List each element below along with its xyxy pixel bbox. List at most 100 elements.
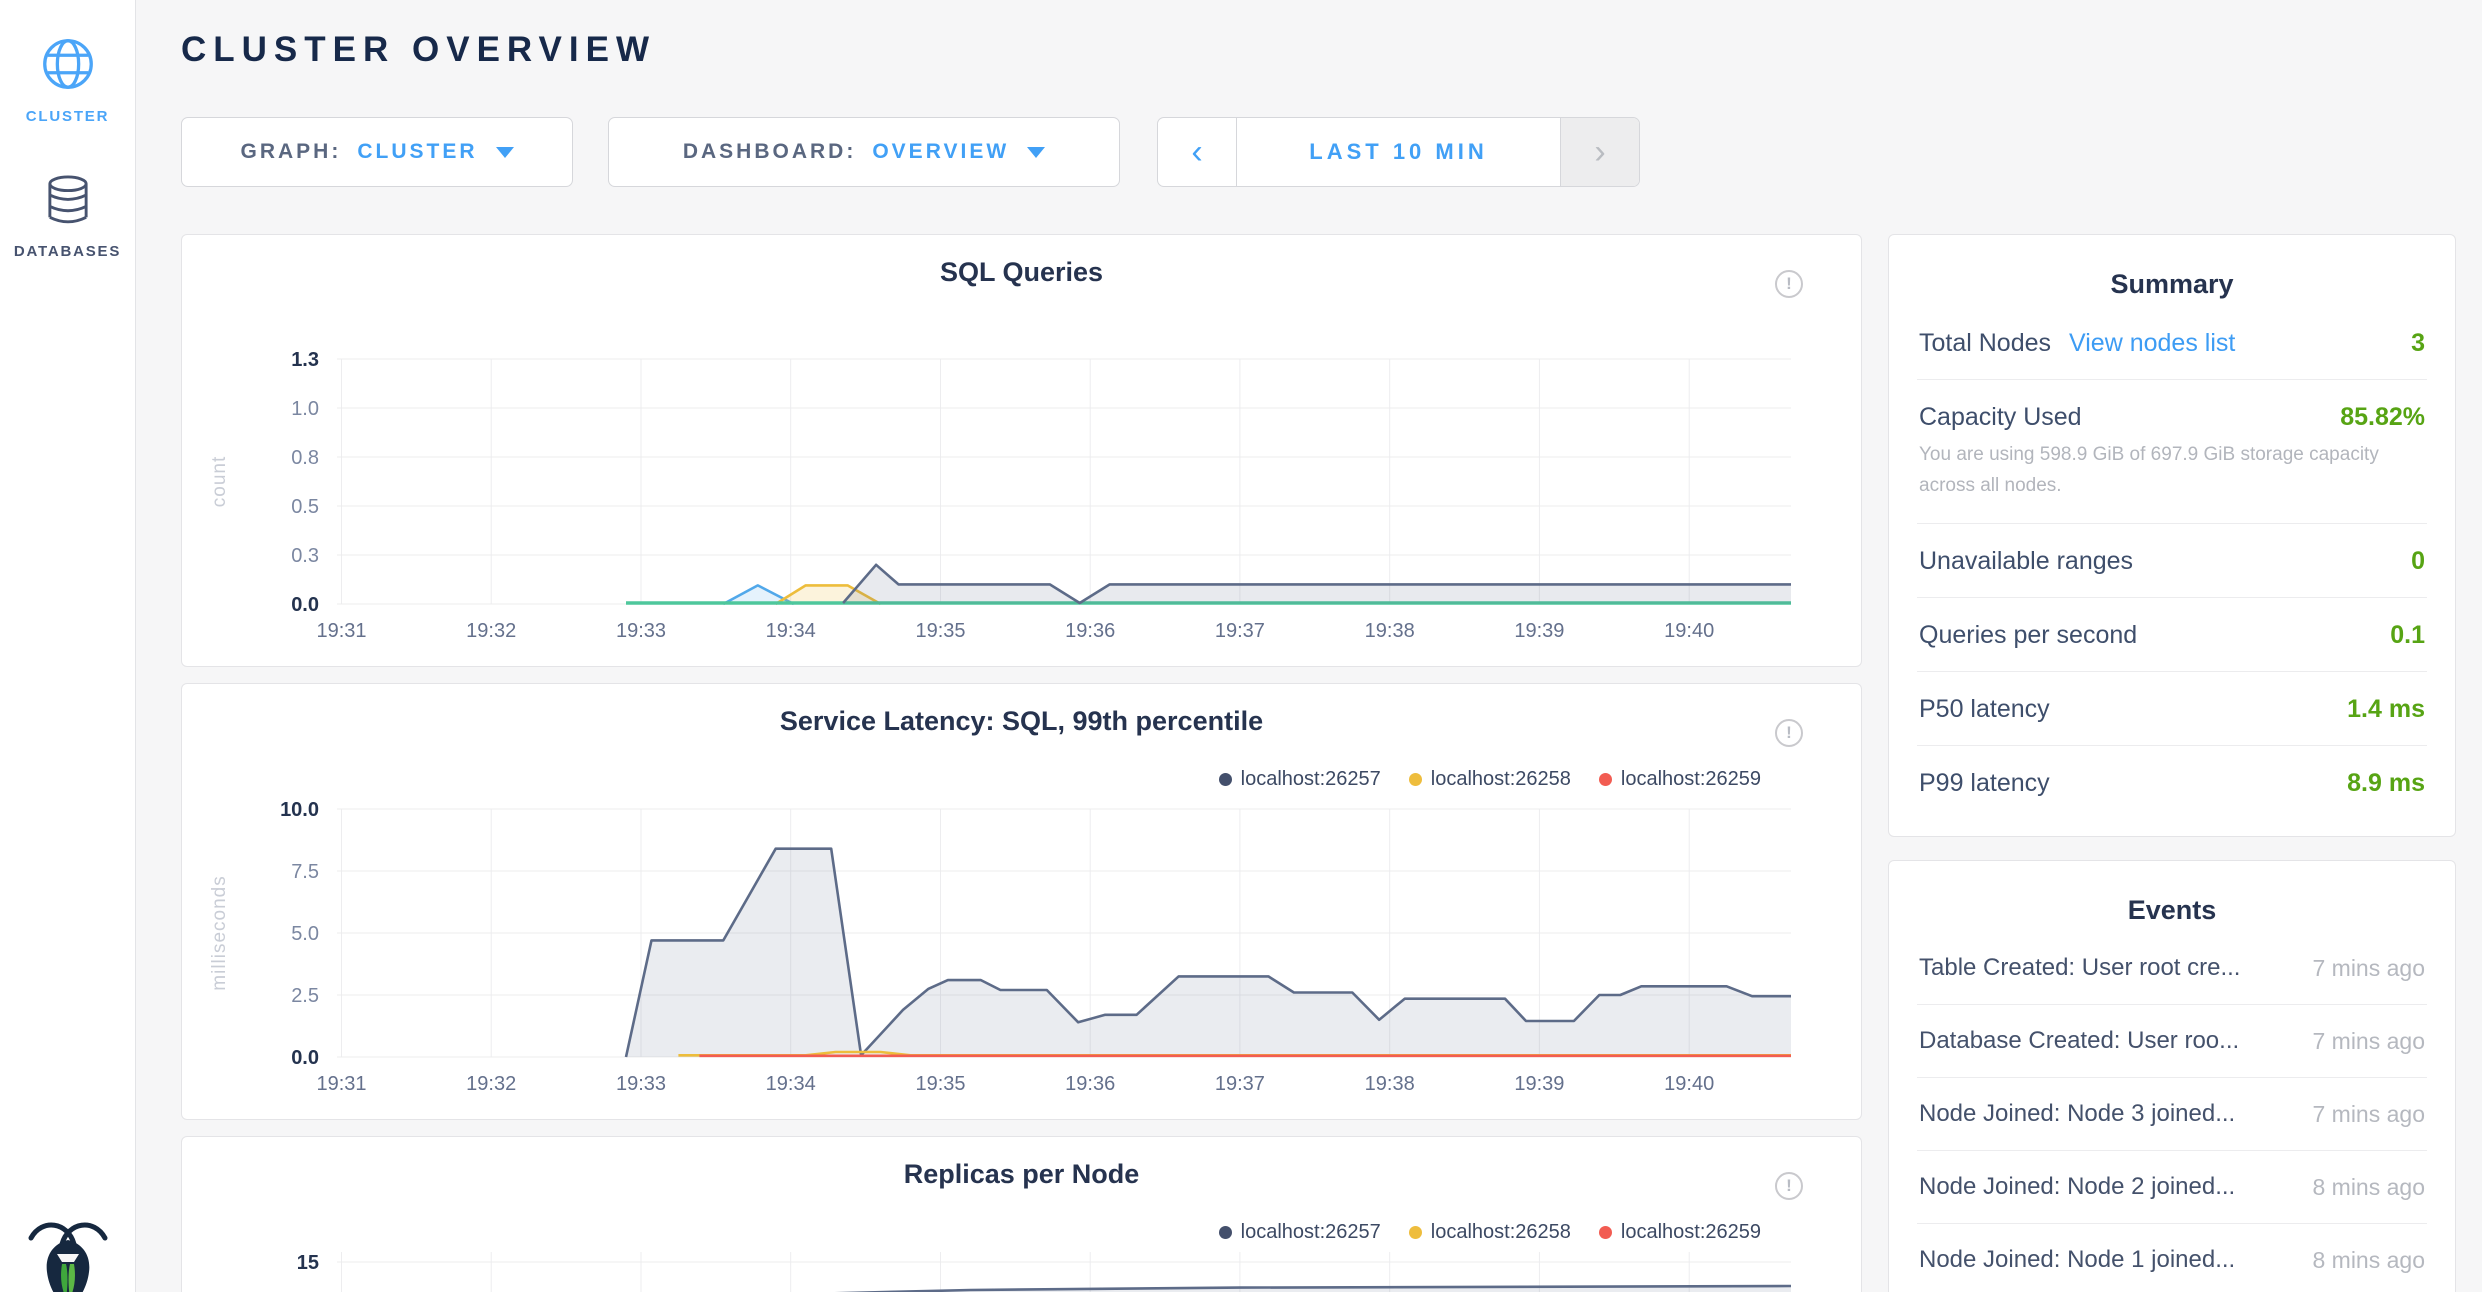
database-icon [39, 172, 97, 230]
svg-text:19:40: 19:40 [1664, 1073, 1714, 1095]
graph-dropdown-label: GRAPH: [240, 140, 341, 164]
dashboard-dropdown-label: DASHBOARD: [683, 140, 857, 164]
svg-text:2.5: 2.5 [291, 985, 319, 1007]
summary-value: 8.9 ms [2347, 769, 2425, 798]
summary-label: P99 latency [1919, 769, 2050, 798]
chevron-down-icon [1027, 147, 1045, 158]
event-text: Table Created: User root cre... [1919, 954, 2240, 982]
svg-text:19:38: 19:38 [1365, 1073, 1415, 1095]
summary-label: Queries per second [1919, 621, 2137, 650]
cluster-overview-page: CLUSTER DATABASES [0, 0, 2482, 1292]
summary-row-queries-per-second: Queries per second 0.1 [1917, 598, 2427, 672]
svg-text:7.5: 7.5 [291, 861, 319, 883]
graph-dropdown-value: CLUSTER [357, 140, 477, 164]
summary-label: Capacity Used [1919, 403, 2082, 432]
svg-text:19:40: 19:40 [1664, 620, 1714, 642]
event-row: Table Created: User root cre... 7 mins a… [1917, 932, 2427, 1005]
svg-text:0.8: 0.8 [291, 447, 319, 469]
svg-text:19:32: 19:32 [466, 1073, 516, 1095]
svg-text:19:37: 19:37 [1215, 1073, 1265, 1095]
dashboard-dropdown[interactable]: DASHBOARD: OVERVIEW [608, 117, 1120, 187]
summary-row-p99-latency: P99 latency 8.9 ms [1917, 746, 2427, 819]
svg-text:19:39: 19:39 [1514, 1073, 1564, 1095]
events-title: Events [1889, 861, 2455, 932]
svg-text:15: 15 [297, 1252, 319, 1274]
service-latency-chart-card: Service Latency: SQL, 99th percentile ! … [181, 683, 1862, 1120]
time-range-next-button[interactable]: › [1560, 118, 1639, 186]
svg-text:milliseconds: milliseconds [209, 875, 230, 990]
svg-text:1.0: 1.0 [291, 398, 319, 420]
events-panel: Events Table Created: User root cre... 7… [1888, 860, 2456, 1292]
chevron-right-icon: › [1594, 133, 1605, 172]
cockroachdb-logo[interactable] [24, 1212, 112, 1292]
event-text: Node Joined: Node 1 joined... [1919, 1246, 2235, 1274]
svg-text:19:37: 19:37 [1215, 620, 1265, 642]
event-text: Node Joined: Node 2 joined... [1919, 1173, 2235, 1201]
summary-value: 1.4 ms [2347, 695, 2425, 724]
event-time: 8 mins ago [2312, 1247, 2425, 1274]
dashboard-dropdown-value: OVERVIEW [872, 140, 1009, 164]
page-title: CLUSTER OVERVIEW [181, 30, 656, 70]
svg-text:1.3: 1.3 [291, 349, 319, 371]
svg-text:19:34: 19:34 [766, 620, 816, 642]
svg-text:19:38: 19:38 [1365, 620, 1415, 642]
sql-queries-chart-card: SQL Queries ! 19:3119:3219:3319:3419:351… [181, 234, 1862, 667]
summary-label: Total Nodes [1919, 329, 2051, 358]
svg-text:5.0: 5.0 [291, 923, 319, 945]
svg-text:19:33: 19:33 [616, 620, 666, 642]
graph-dropdown[interactable]: GRAPH: CLUSTER [181, 117, 573, 187]
event-row: Database Created: User roo... 7 mins ago [1917, 1005, 2427, 1078]
summary-value: 0.1 [2390, 621, 2425, 650]
globe-icon [36, 33, 100, 95]
svg-text:19:35: 19:35 [915, 1073, 965, 1095]
svg-text:0.5: 0.5 [291, 496, 319, 518]
chevron-down-icon [496, 147, 514, 158]
sidebar: CLUSTER DATABASES [0, 0, 136, 1292]
svg-text:count: count [209, 456, 230, 507]
svg-text:19:31: 19:31 [316, 1073, 366, 1095]
svg-text:19:32: 19:32 [466, 620, 516, 642]
svg-text:0.0: 0.0 [291, 1047, 319, 1069]
event-time: 8 mins ago [2312, 1174, 2425, 1201]
chevron-left-icon: ‹ [1191, 133, 1202, 172]
sql-queries-plot: 19:31 19:32 19:33 19:34 19:35 19:36 19:37 19:38… [182, 235, 1861, 666]
replicas-per-node-plot: 19:3119:3219:3319:3419:3519:3619:3719:38… [182, 1137, 1861, 1292]
summary-value: 3 [2411, 329, 2425, 358]
svg-text:19:39: 19:39 [1514, 620, 1564, 642]
summary-panel: Summary Total Nodes View nodes list 3 Ca… [1888, 234, 2456, 837]
svg-text:19:36: 19:36 [1065, 1073, 1115, 1095]
service-latency-plot: 19:31 19:32 19:33 19:34 19:35 19:36 19:37 19:38… [182, 684, 1861, 1119]
summary-row-p50-latency: P50 latency 1.4 ms [1917, 672, 2427, 746]
summary-title: Summary [1889, 235, 2455, 306]
svg-text:19:34: 19:34 [766, 1073, 816, 1095]
capacity-caption: You are using 598.9 GiB of 697.9 GiB sto… [1919, 432, 2425, 502]
time-range-prev-button[interactable]: ‹ [1158, 118, 1237, 186]
view-nodes-list-link[interactable]: View nodes list [2069, 329, 2235, 358]
summary-label: P50 latency [1919, 695, 2050, 724]
sidebar-item-cluster[interactable]: CLUSTER [0, 33, 135, 125]
summary-label: Unavailable ranges [1919, 547, 2133, 576]
svg-text:19:31: 19:31 [316, 620, 366, 642]
svg-text:19:33: 19:33 [616, 1073, 666, 1095]
event-time: 7 mins ago [2312, 955, 2425, 982]
summary-value: 0 [2411, 547, 2425, 576]
event-text: Node Joined: Node 3 joined... [1919, 1100, 2235, 1128]
svg-text:0.0: 0.0 [291, 594, 319, 616]
summary-value: 85.82% [2340, 403, 2425, 432]
svg-text:19:36: 19:36 [1065, 620, 1115, 642]
event-row: Node Joined: Node 1 joined... 8 mins ago [1917, 1224, 2427, 1292]
sidebar-item-label: CLUSTER [0, 108, 135, 125]
summary-row-unavailable-ranges: Unavailable ranges 0 [1917, 524, 2427, 598]
event-time: 7 mins ago [2312, 1028, 2425, 1055]
sidebar-item-databases[interactable]: DATABASES [0, 172, 135, 260]
svg-text:19:35: 19:35 [915, 620, 965, 642]
svg-text:0.3: 0.3 [291, 545, 319, 567]
svg-text:10.0: 10.0 [280, 799, 319, 821]
event-time: 7 mins ago [2312, 1101, 2425, 1128]
time-range-selector: ‹ LAST 10 MIN › [1157, 117, 1640, 187]
summary-row-capacity-used: Capacity Used 85.82% You are using 598.9… [1917, 380, 2427, 524]
time-range-value[interactable]: LAST 10 MIN [1237, 118, 1560, 186]
event-row: Node Joined: Node 3 joined... 7 mins ago [1917, 1078, 2427, 1151]
sidebar-item-label: DATABASES [0, 243, 135, 260]
replicas-per-node-chart-card: Replicas per Node ! localhost:26257local… [181, 1136, 1862, 1292]
